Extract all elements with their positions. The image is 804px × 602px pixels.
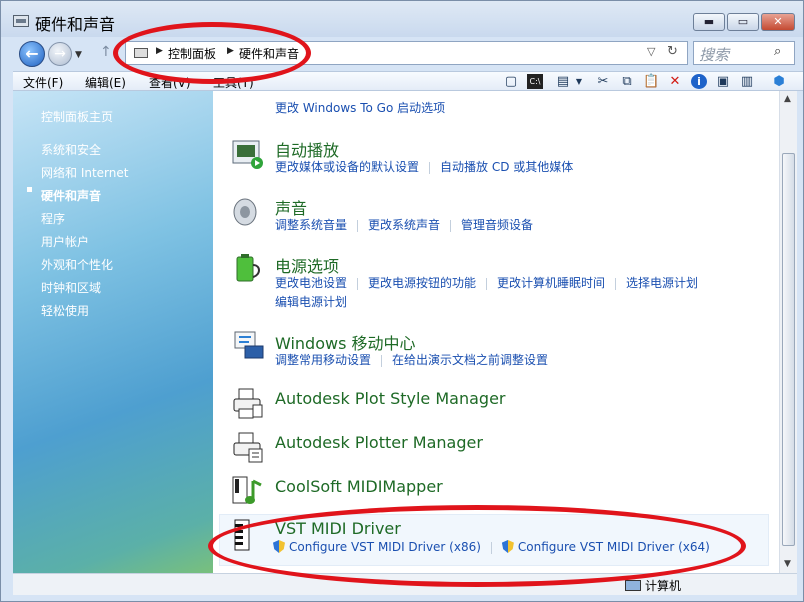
status-computer-label: 计算机 bbox=[645, 579, 682, 593]
choose-power-plan-link[interactable]: 选择电源计划 bbox=[626, 274, 698, 291]
link-separator bbox=[357, 277, 359, 290]
properties-icon[interactable]: ▤ bbox=[555, 74, 571, 89]
link-separator bbox=[381, 354, 383, 367]
cut-icon[interactable]: ✂ bbox=[595, 74, 611, 89]
change-sounds-link[interactable]: 更改系统声音 bbox=[368, 216, 440, 233]
minimize-button[interactable]: ▬ bbox=[693, 13, 725, 31]
search-placeholder: 搜索 bbox=[699, 46, 730, 64]
annotation-ellipse-address bbox=[113, 22, 311, 84]
presentation-settings-link[interactable]: 在给出演示文档之前调整设置 bbox=[392, 351, 548, 368]
mobility-settings-link[interactable]: 调整常用移动设置 bbox=[275, 351, 371, 368]
sidebar-item-user-accounts[interactable]: 用户帐户 bbox=[41, 233, 89, 250]
sidebar-item-network[interactable]: 网络和 Internet bbox=[41, 164, 128, 181]
category-title[interactable]: Autodesk Plotter Manager bbox=[275, 433, 483, 452]
sidebar-item-programs[interactable]: 程序 bbox=[41, 210, 65, 227]
maximize-button[interactable]: ▭ bbox=[727, 13, 759, 31]
category-links-second-row: 编辑电源计划 bbox=[275, 293, 347, 310]
explorer-window: 硬件和声音 ▬ ▭ ✕ ← → ▼ ↑ ▶ 控制面板 ▶ 硬件和声音 ▽ ↻ 搜… bbox=[0, 0, 804, 602]
manage-audio-devices-link[interactable]: 管理音频设备 bbox=[461, 216, 533, 233]
power-button-link[interactable]: 更改电源按钮的功能 bbox=[368, 274, 476, 291]
left-navigation-pane: 控制面板主页 系统和安全 网络和 Internet 硬件和声音 程序 用户帐户 … bbox=[13, 91, 213, 573]
adjust-volume-link[interactable]: 调整系统音量 bbox=[275, 216, 347, 233]
back-button[interactable]: ← bbox=[19, 41, 45, 67]
autoplay-cd-link[interactable]: 自动播放 CD 或其他媒体 bbox=[440, 158, 573, 175]
search-icon[interactable]: ⌕ bbox=[774, 44, 781, 59]
copy-icon[interactable]: ⧉ bbox=[619, 74, 635, 89]
window-title: 硬件和声音 bbox=[35, 15, 116, 34]
sidebar-item-appearance[interactable]: 外观和个性化 bbox=[41, 256, 113, 273]
autoplay-icon bbox=[231, 137, 265, 171]
control-panel-icon bbox=[13, 15, 29, 27]
forward-button[interactable]: → bbox=[48, 42, 72, 66]
history-dropdown-icon[interactable]: ▼ bbox=[75, 50, 82, 60]
partial-link-row: 更改 Windows To Go 启动选项 bbox=[275, 99, 445, 116]
link-separator bbox=[450, 219, 452, 232]
scroll-thumb[interactable] bbox=[782, 153, 795, 546]
web-icon[interactable]: ▣ bbox=[715, 74, 731, 89]
content-pane: 更改 Windows To Go 启动选项 自动播放 更改媒体或设备的默认设置自… bbox=[213, 91, 779, 573]
sidebar-item-clock-region[interactable]: 时钟和区域 bbox=[41, 279, 101, 296]
category-links: 更改媒体或设备的默认设置 自动播放 CD 或其他媒体 bbox=[275, 158, 573, 175]
link-separator bbox=[615, 277, 617, 290]
mobility-center-icon bbox=[231, 328, 265, 362]
category-title[interactable]: CoolSoft MIDIMapper bbox=[275, 477, 443, 496]
printer-icon bbox=[231, 387, 265, 421]
default-media-settings-link[interactable]: 更改媒体或设备的默认设置 bbox=[275, 158, 419, 175]
info-icon[interactable]: i bbox=[691, 74, 707, 89]
close-button[interactable]: ✕ bbox=[761, 13, 795, 31]
sleep-time-link[interactable]: 更改计算机睡眠时间 bbox=[497, 274, 605, 291]
menu-bar: 文件(F) 编辑(E) 查看(V) 工具(T) ▢ C:\ ▤ ▼ ✂ ⧉ 📋 … bbox=[13, 71, 803, 91]
current-item-bullet-icon bbox=[27, 187, 32, 192]
refresh-icon[interactable]: ↻ bbox=[667, 44, 678, 59]
category-links: 更改电池设置 更改电源按钮的功能 更改计算机睡眠时间 选择电源计划 bbox=[275, 274, 698, 291]
menu-edit[interactable]: 编辑(E) bbox=[85, 74, 126, 91]
link-separator bbox=[429, 161, 431, 174]
sidebar-item-ease-of-access[interactable]: 轻松使用 bbox=[41, 302, 89, 319]
window-icon[interactable]: ▥ bbox=[739, 74, 755, 89]
menu-file[interactable]: 文件(F) bbox=[23, 74, 63, 91]
scroll-down-icon[interactable]: ▼ bbox=[784, 559, 791, 569]
sidebar-item-system-security[interactable]: 系统和安全 bbox=[41, 141, 101, 158]
category-links: 调整系统音量 更改系统声音 管理音频设备 bbox=[275, 216, 533, 233]
computer-icon bbox=[625, 580, 641, 591]
windows-to-go-link[interactable]: 更改 Windows To Go 启动选项 bbox=[275, 99, 445, 116]
scroll-up-icon[interactable]: ▲ bbox=[784, 94, 791, 104]
cmd-icon[interactable]: C:\ bbox=[527, 74, 543, 89]
battery-plug-icon bbox=[231, 251, 265, 285]
properties-dropdown-icon[interactable]: ▼ bbox=[571, 74, 587, 89]
link-separator bbox=[486, 277, 488, 290]
search-box[interactable]: 搜索 ⌕ bbox=[693, 41, 795, 65]
speaker-icon bbox=[231, 195, 265, 229]
category-links: 调整常用移动设置 在给出演示文档之前调整设置 bbox=[275, 351, 548, 368]
category-title[interactable]: Autodesk Plot Style Manager bbox=[275, 389, 505, 408]
delete-icon[interactable]: ✕ bbox=[667, 74, 683, 89]
vertical-scrollbar[interactable]: ▲ ▼ bbox=[779, 91, 797, 573]
plotter-icon bbox=[231, 431, 265, 465]
control-panel-home-link[interactable]: 控制面板主页 bbox=[41, 108, 113, 125]
edit-power-plan-link[interactable]: 编辑电源计划 bbox=[275, 293, 347, 310]
link-separator bbox=[357, 219, 359, 232]
midi-note-icon bbox=[231, 475, 265, 509]
paste-icon[interactable]: 📋 bbox=[643, 74, 659, 89]
battery-settings-link[interactable]: 更改电池设置 bbox=[275, 274, 347, 291]
annotation-ellipse-vst bbox=[208, 505, 746, 587]
title-bar[interactable]: 硬件和声音 ▬ ▭ ✕ bbox=[1, 1, 803, 37]
up-arrow-icon[interactable]: ↑ bbox=[100, 44, 112, 60]
ie-icon[interactable]: ⬢ bbox=[771, 74, 787, 89]
view-icon[interactable]: ▢ bbox=[503, 74, 519, 89]
sidebar-item-hardware-sound[interactable]: 硬件和声音 bbox=[41, 187, 101, 204]
address-dropdown-icon[interactable]: ▽ bbox=[647, 45, 655, 58]
